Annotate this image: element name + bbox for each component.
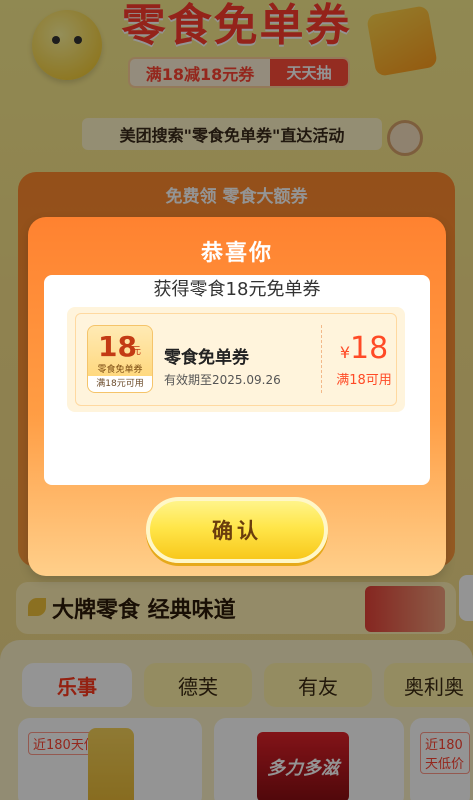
coupon-value: ¥18	[329, 331, 399, 366]
coupon-expiry: 有效期至2025.09.26	[164, 373, 281, 387]
badge-unit: 元	[131, 346, 141, 357]
badge-requirement: 满18元可用	[88, 376, 152, 392]
coupon-card: 18 元 零食免单券 满18元可用 零食免单券 有效期至2025.09.26 ¥…	[67, 307, 405, 412]
modal-subtitle: 获得零食18元免单券	[153, 279, 321, 300]
confirm-button[interactable]: 确认	[146, 497, 328, 563]
modal-title: 恭喜你	[200, 241, 273, 266]
badge-name: 零食免单券	[97, 365, 143, 375]
reward-modal: 恭喜你 获得零食18元免单券 18 元 零食免单券 满18元可用 零食免单券 有…	[28, 217, 446, 576]
coupon-amount: 18	[350, 331, 389, 366]
coupon-currency: ¥	[339, 343, 350, 362]
coupon-requirement: 满18可用	[336, 373, 392, 388]
modal-body: 获得零食18元免单券 18 元 零食免单券 满18元可用 零食免单券 有效期至2…	[44, 275, 430, 485]
coupon-name: 零食免单券	[164, 348, 249, 368]
coupon-badge: 18 元 零食免单券 满18元可用	[87, 325, 153, 393]
coupon-divider	[321, 325, 322, 393]
